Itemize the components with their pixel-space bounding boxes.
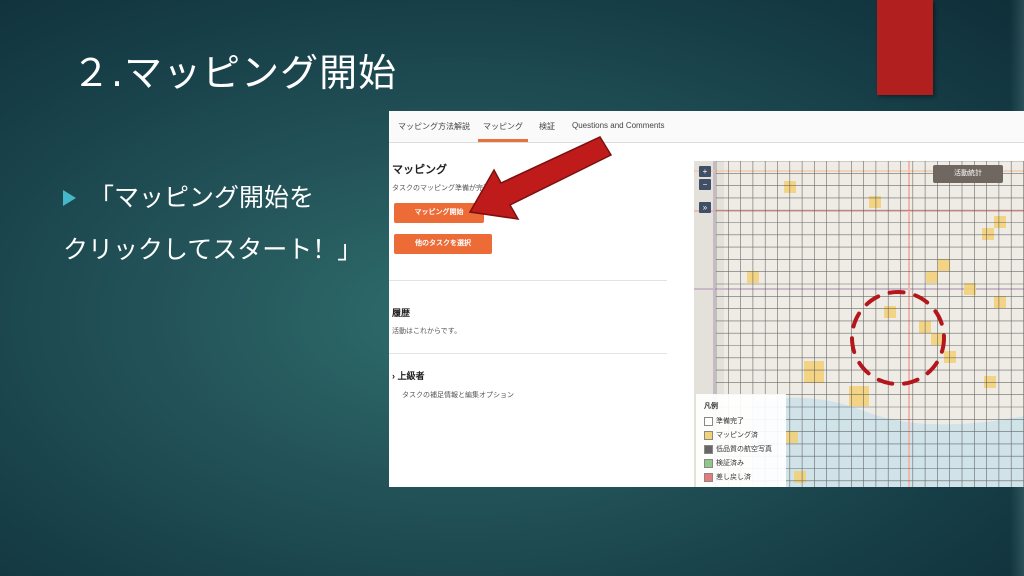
tab-validation[interactable]: 検証 — [539, 121, 555, 132]
expand-panel-button[interactable]: » — [699, 202, 711, 213]
history-heading: 履歴 — [392, 308, 411, 318]
bullet-text: 「マッピング開始を クリックしてスタート！」 — [63, 172, 362, 276]
advanced-text: タスクの補足情報と編集オプション — [402, 392, 514, 399]
advanced-heading: 上級者 — [397, 371, 425, 381]
legend-item: 低品質の航空写真 — [704, 444, 772, 454]
legend-swatch — [704, 458, 713, 468]
slide-title: ２.マッピング開始 — [72, 51, 398, 95]
bullet-line-2: クリックしてスタート！」 — [63, 235, 363, 264]
history-text: 活動はこれからです。 — [392, 328, 462, 335]
legend-swatch — [704, 444, 713, 454]
tasking-manager-screenshot: マッピング方法解説 マッピング 検証 Questions and Comment… — [389, 111, 1024, 487]
legend-label: 準備完了 — [716, 418, 744, 425]
legend-swatch — [704, 416, 713, 426]
legend-item: 差し戻し済 — [704, 472, 751, 482]
legend-item: 準備完了 — [704, 416, 744, 426]
legend-label: 差し戻し済 — [716, 474, 751, 481]
tab-instructions[interactable]: マッピング方法解説 — [398, 121, 470, 132]
tab-mapping[interactable]: マッピング — [483, 121, 523, 132]
legend-swatch — [704, 430, 713, 440]
task-map[interactable]: + − » 活動統計 凡例 準備完了 マッピング済 低品質の航空写真 検証済み … — [694, 161, 1024, 487]
legend-item: 検証済み — [704, 458, 744, 468]
tab-bar: マッピング方法解説 マッピング 検証 Questions and Comment… — [389, 111, 1024, 143]
mapping-description: タスクのマッピング準備が完了し — [392, 185, 497, 192]
select-other-task-button[interactable]: 他のタスクを選択 — [394, 234, 492, 254]
zoom-in-button[interactable]: + — [699, 166, 711, 177]
legend-item: マッピング済 — [704, 430, 758, 440]
legend-title: 凡例 — [704, 403, 718, 410]
activity-stats-button[interactable]: 活動統計 — [933, 165, 1003, 183]
start-mapping-button[interactable]: マッピング開始 — [394, 203, 484, 223]
active-tab-indicator — [478, 139, 528, 142]
tab-questions[interactable]: Questions and Comments — [572, 121, 665, 130]
decorative-red-bar — [877, 0, 933, 95]
bullet-line-1: 「マッピング開始を — [89, 183, 315, 212]
advanced-toggle[interactable]: › 上級者 — [392, 369, 425, 382]
legend-label: マッピング済 — [716, 432, 758, 439]
divider — [389, 353, 667, 354]
map-legend: 凡例 準備完了 マッピング済 低品質の航空写真 検証済み 差し戻し済 — [696, 394, 786, 487]
zoom-out-button[interactable]: − — [699, 179, 711, 190]
task-sidebar: マッピング タスクのマッピング準備が完了し マッピング開始 他のタスクを選択 履… — [389, 143, 667, 487]
legend-label: 低品質の航空写真 — [716, 446, 772, 453]
legend-swatch — [704, 472, 713, 482]
bullet-arrow-icon — [63, 190, 76, 206]
mapping-heading: マッピング — [392, 164, 447, 176]
legend-label: 検証済み — [716, 460, 744, 467]
divider — [389, 280, 667, 281]
